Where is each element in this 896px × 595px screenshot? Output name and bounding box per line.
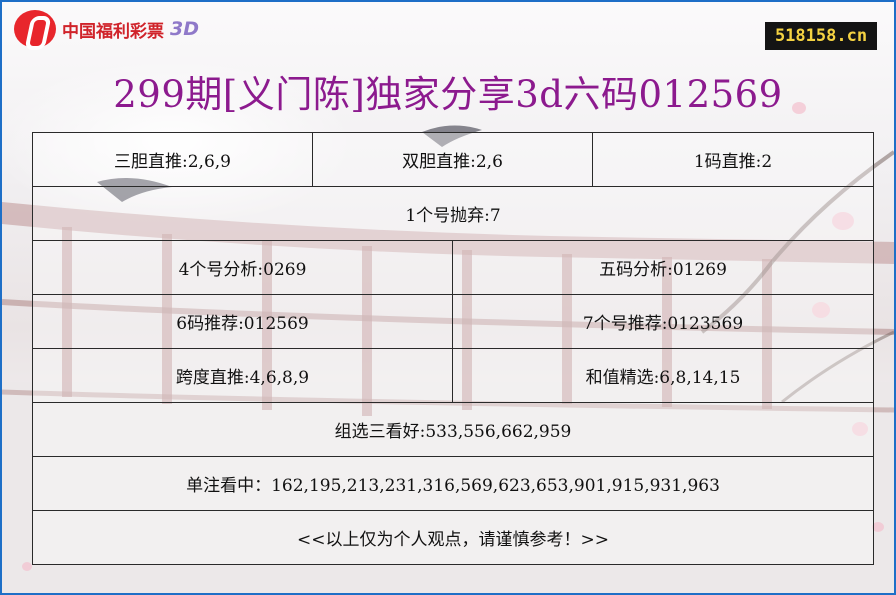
span-cell: 跨度直推:4,6,8,9 <box>32 348 453 403</box>
five-code-cell: 五码分析:01269 <box>451 240 875 295</box>
six-code-cell: 6码推荐:012569 <box>32 294 453 349</box>
logo-3d: 3D <box>170 18 199 40</box>
group-three-cell: 组选三看好:533,556,662,959 <box>31 402 875 457</box>
four-code-cell: 4个号分析:0269 <box>32 240 453 295</box>
table-row: 跨度直推:4,6,8,9 和值精选:6,8,14,15 <box>32 348 875 403</box>
prediction-table: 三胆直推:2,6,9 双胆直推:2,6 1码直推:2 1个号抛弃:7 4个号分析… <box>31 132 875 565</box>
single-bets-cell: 单注看中：162,195,213,231,316,569,623,653,901… <box>31 456 875 511</box>
logo-text: 中国福利彩票 <box>62 21 164 42</box>
two-dan-cell: 双胆直推:2,6 <box>311 132 594 187</box>
welfare-lottery-icon <box>14 10 56 48</box>
table-row: 组选三看好:533,556,662,959 <box>31 402 875 457</box>
table-row: <<以上仅为个人观点，请谨慎参考！>> <box>31 510 875 565</box>
page-frame: 中国福利彩票 3D 518158.cn 299期[义门陈]独家分享3d六码012… <box>0 0 896 595</box>
disclaimer-cell: <<以上仅为个人观点，请谨慎参考！>> <box>31 510 875 565</box>
page-title: 299期[义门陈]独家分享3d六码012569 <box>113 73 783 116</box>
site-badge: 518158.cn <box>765 22 877 50</box>
blossom-petal <box>22 562 32 571</box>
discard-cell: 1个号抛弃:7 <box>31 186 875 241</box>
sum-cell: 和值精选:6,8,14,15 <box>451 348 875 403</box>
table-row: 1个号抛弃:7 <box>31 186 875 241</box>
table-row: 单注看中：162,195,213,231,316,569,623,653,901… <box>31 456 875 511</box>
table-row: 4个号分析:0269 五码分析:01269 <box>32 240 875 295</box>
three-dan-cell: 三胆直推:2,6,9 <box>32 132 313 187</box>
table-row: 三胆直推:2,6,9 双胆直推:2,6 1码直推:2 <box>32 132 875 187</box>
one-code-cell: 1码直推:2 <box>592 132 875 187</box>
seven-code-cell: 7个号推荐:0123569 <box>451 294 875 349</box>
table-row: 6码推荐:012569 7个号推荐:0123569 <box>32 294 875 349</box>
lottery-logo: 中国福利彩票 3D <box>14 10 199 48</box>
